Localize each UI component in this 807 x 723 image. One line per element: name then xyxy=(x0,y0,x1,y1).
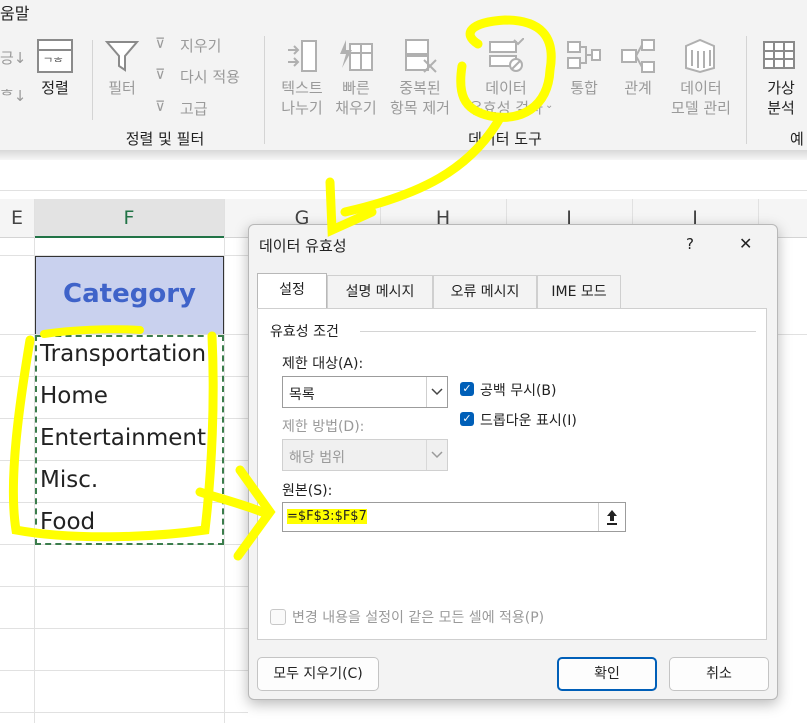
highlight-circle-stroke xyxy=(456,15,556,122)
highlight-arrow-stroke xyxy=(340,113,505,217)
highlight-circle-stroke xyxy=(40,325,144,338)
yellow-annotation-overlay xyxy=(8,15,556,561)
highlight-circle-stroke xyxy=(8,331,218,542)
